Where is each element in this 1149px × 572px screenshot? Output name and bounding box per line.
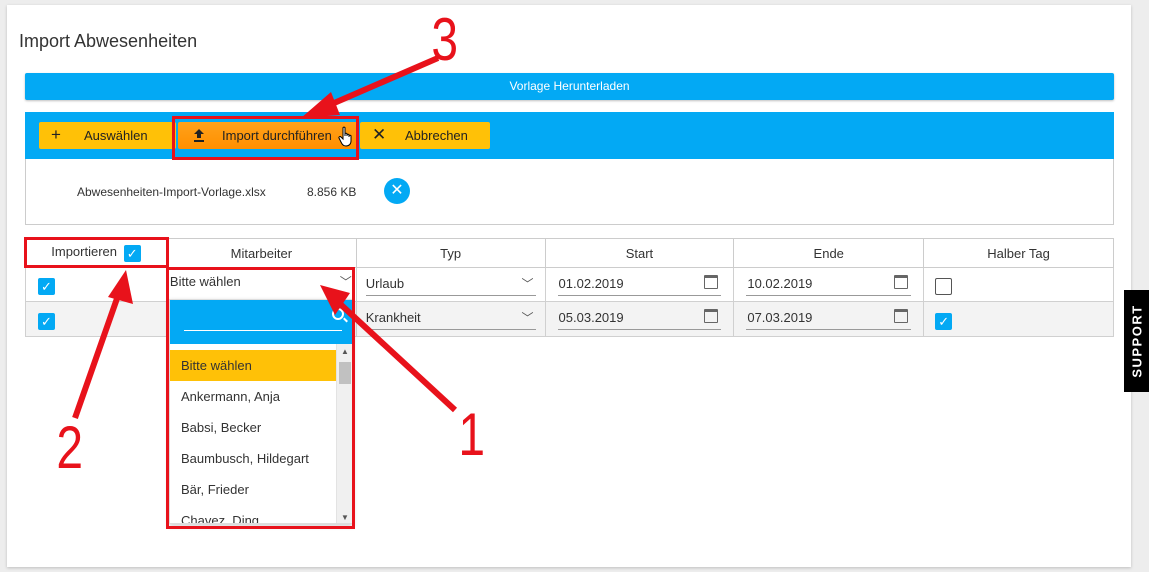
header-importieren-label: Importieren bbox=[51, 244, 118, 260]
file-list: Abwesenheiten-Import-Vorlage.xlsx 8.856 … bbox=[25, 159, 1114, 225]
select-file-label: Auswählen bbox=[84, 128, 148, 143]
end-date-value: 07.03.2019 bbox=[747, 310, 813, 325]
select-all-checkbox[interactable]: ✓ bbox=[123, 244, 141, 262]
import-button[interactable]: Import durchführen bbox=[178, 122, 358, 149]
end-date-input[interactable]: 10.02.2019 bbox=[746, 275, 912, 296]
cell-half-day bbox=[923, 267, 1114, 302]
calendar-icon[interactable] bbox=[894, 275, 909, 289]
end-date-input[interactable]: 07.03.2019 bbox=[746, 309, 912, 330]
dropdown-option[interactable]: Bitte wählen bbox=[170, 350, 338, 381]
type-select[interactable]: Krankheit ﹀ bbox=[365, 310, 536, 330]
cancel-button[interactable]: ✕ Abbrechen bbox=[360, 122, 490, 149]
table-row: ✓ Bitte wählen ﹀ Urlaub ﹀ 01.02.2019 10.… bbox=[25, 267, 1114, 302]
cell-start: 01.02.2019 bbox=[544, 267, 735, 302]
start-date-input[interactable]: 01.02.2019 bbox=[557, 275, 722, 296]
start-date-input[interactable]: 05.03.2019 bbox=[557, 309, 722, 330]
header-halber-tag: Halber Tag bbox=[923, 238, 1114, 268]
cell-half-day: ✓ bbox=[923, 301, 1114, 337]
half-day-checkbox[interactable]: ✓ bbox=[935, 313, 953, 330]
type-select-value: Urlaub bbox=[365, 276, 405, 291]
dropdown-option[interactable]: Baumbusch, Hildegart bbox=[170, 443, 338, 474]
select-file-button[interactable]: + Auswählen bbox=[39, 122, 176, 149]
header-start: Start bbox=[544, 238, 735, 268]
page-title: Import Abwesenheiten bbox=[19, 31, 198, 51]
table-header-row: Importieren ✓ Mitarbeiter Typ Start Ende… bbox=[25, 238, 1114, 268]
file-name: Abwesenheiten-Import-Vorlage.xlsx bbox=[77, 185, 266, 199]
cell-type: Urlaub ﹀ bbox=[355, 267, 546, 302]
plus-icon: + bbox=[51, 125, 61, 144]
end-date-value: 10.02.2019 bbox=[747, 276, 813, 291]
cell-end: 07.03.2019 bbox=[733, 301, 925, 337]
employee-select-value: Bitte wählen bbox=[169, 274, 241, 289]
scroll-up-icon[interactable]: ▲ bbox=[337, 347, 352, 356]
header-importieren: Importieren ✓ bbox=[25, 238, 167, 268]
dropdown-scrollbar[interactable]: ▲ ▼ bbox=[336, 344, 352, 523]
dropdown-search-input[interactable] bbox=[184, 312, 324, 330]
search-icon bbox=[332, 308, 344, 320]
start-date-value: 05.03.2019 bbox=[558, 310, 624, 325]
scroll-down-icon[interactable]: ▼ bbox=[337, 513, 352, 522]
cell-employee: Bitte wählen ﹀ bbox=[165, 267, 357, 302]
hand-cursor-icon bbox=[338, 126, 354, 157]
search-underline bbox=[184, 330, 342, 331]
chevron-down-icon: ﹀ bbox=[521, 277, 534, 291]
cell-start: 05.03.2019 bbox=[544, 301, 735, 337]
upload-icon bbox=[192, 122, 206, 156]
close-icon: ✕ bbox=[372, 125, 387, 144]
file-size: 8.856 KB bbox=[307, 185, 357, 199]
header-ende: Ende bbox=[733, 238, 925, 268]
type-select[interactable]: Urlaub ﹀ bbox=[365, 276, 536, 296]
chevron-down-icon: ﹀ bbox=[521, 311, 534, 325]
cell-type: Krankheit ﹀ bbox=[355, 301, 546, 337]
employee-select[interactable]: Bitte wählen ﹀ bbox=[170, 274, 354, 294]
start-date-value: 01.02.2019 bbox=[558, 276, 624, 291]
support-label: SUPPORT bbox=[1129, 304, 1144, 378]
dropdown-option[interactable]: Ankermann, Anja bbox=[170, 381, 338, 412]
upload-toolbar: + Auswählen Import durchführen ✕ Abbrech… bbox=[25, 112, 1114, 159]
dropdown-options: Bitte wählen Ankermann, Anja Babsi, Beck… bbox=[170, 350, 338, 523]
type-select-value: Krankheit bbox=[365, 310, 421, 325]
dropdown-search bbox=[170, 300, 352, 344]
support-tab[interactable]: SUPPORT bbox=[1124, 290, 1149, 392]
row-import-checkbox[interactable]: ✓ bbox=[38, 313, 55, 330]
dropdown-option[interactable]: Babsi, Becker bbox=[170, 412, 338, 443]
dropdown-option[interactable]: Bär, Frieder bbox=[170, 474, 338, 505]
import-label: Import durchführen bbox=[222, 128, 332, 143]
header-typ: Typ bbox=[355, 238, 546, 268]
row-import-checkbox[interactable]: ✓ bbox=[38, 278, 55, 295]
cell-import: ✓ bbox=[25, 301, 167, 337]
scrollbar-thumb[interactable] bbox=[339, 362, 351, 384]
calendar-icon[interactable] bbox=[894, 309, 909, 323]
download-template-button[interactable]: Vorlage Herunterladen bbox=[25, 73, 1114, 100]
cancel-label: Abbrechen bbox=[405, 128, 468, 143]
cell-import: ✓ bbox=[25, 267, 167, 302]
calendar-icon[interactable] bbox=[704, 275, 719, 289]
remove-file-button[interactable]: ✕ bbox=[384, 178, 410, 204]
header-mitarbeiter: Mitarbeiter bbox=[165, 238, 357, 268]
chevron-down-icon: ﹀ bbox=[339, 275, 352, 289]
half-day-checkbox[interactable] bbox=[935, 278, 953, 295]
dropdown-option[interactable]: Chavez, Ding bbox=[170, 505, 338, 523]
cell-end: 10.02.2019 bbox=[733, 267, 925, 302]
employee-dropdown: Bitte wählen Ankermann, Anja Babsi, Beck… bbox=[169, 299, 353, 524]
calendar-icon[interactable] bbox=[704, 309, 719, 323]
